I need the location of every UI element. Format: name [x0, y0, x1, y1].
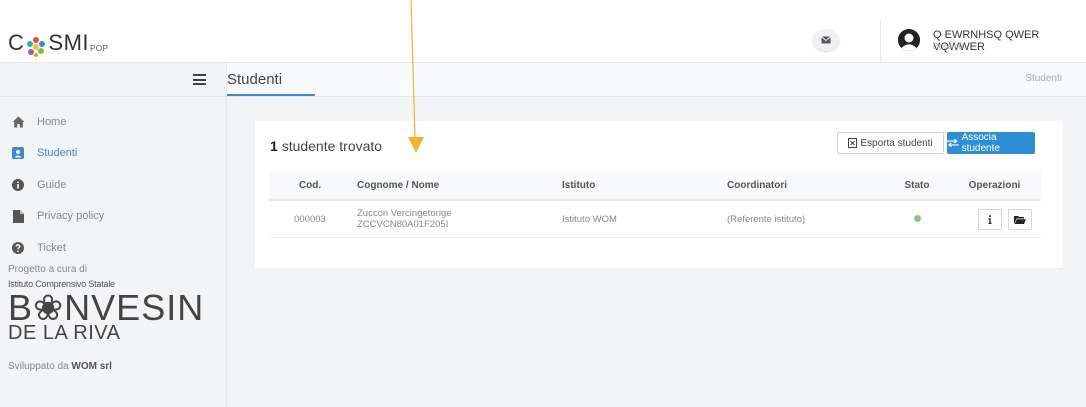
export-students-button[interactable]: Esporta studenti: [837, 132, 944, 154]
row-actions: [949, 208, 1040, 230]
sidebar-item-guide[interactable]: Guide: [0, 169, 104, 201]
logo-text-left: C: [8, 30, 25, 55]
page-header: Studenti Studenti: [227, 63, 1086, 97]
sidebar-item-studenti[interactable]: Studenti: [0, 138, 104, 170]
active-tab-underline: [227, 94, 315, 96]
associate-student-label: Associa studente: [961, 132, 1000, 154]
sidebar-item-label: Home: [37, 115, 67, 128]
school-logo-line1: B❀NVESIN: [8, 287, 205, 328]
students-table: Cod. Cognome / Nome Istituto Coordinator…: [269, 171, 1041, 238]
logo-text-right: SMI: [48, 30, 90, 55]
cell-coordinators: (Referente istituto): [721, 200, 886, 238]
sidebar-item-label: Ticket: [37, 241, 66, 254]
developer-link[interactable]: WOM srl: [71, 361, 112, 372]
developed-by: Sviluppato da WOM srl: [8, 361, 204, 372]
results-count-number: 1: [270, 138, 278, 154]
sidebar-item-label: Privacy policy: [37, 210, 105, 223]
user-avatar[interactable]: [898, 29, 920, 51]
hamburger-menu-icon[interactable]: [193, 74, 206, 85]
user-silhouette-icon: [898, 29, 920, 51]
app-logo[interactable]: C SMI POP: [8, 30, 109, 57]
student-card-icon: [11, 146, 25, 160]
table-row[interactable]: 000003 Zuccon Vercingetorige ZCCVCN80A01…: [269, 200, 1041, 238]
export-students-label: Esporta studenti: [860, 137, 933, 149]
sidebar-menu: Home Studenti Guide Privacy policy Ticke…: [0, 106, 104, 264]
results-count: 1 studente trovato: [270, 138, 382, 154]
developed-by-label: Sviluppato da: [8, 361, 69, 372]
sidebar-item-home[interactable]: Home: [0, 106, 104, 138]
sidebar: Home Studenti Guide Privacy policy Ticke…: [0, 63, 227, 407]
main-content: Studenti Studenti 1 studente trovato Esp…: [227, 63, 1086, 407]
student-fiscal-code: ZCCVCN80A01F205I: [357, 219, 449, 230]
flower-logo-icon: [27, 37, 46, 57]
student-folder-button[interactable]: [1008, 208, 1032, 230]
exchange-arrows-icon: [947, 139, 959, 147]
export-document-icon: [848, 138, 858, 148]
user-role: Docente: [933, 42, 963, 51]
folder-open-icon: [1014, 215, 1026, 224]
info-letter-icon: [988, 214, 992, 224]
column-header-operations: Operazioni: [948, 171, 1041, 201]
table-header-row: Cod. Cognome / Nome Istituto Coordinator…: [269, 171, 1041, 201]
column-header-cod[interactable]: Cod.: [269, 171, 351, 201]
student-name: Zuccon Vercingetorige: [357, 208, 452, 219]
sidebar-item-ticket[interactable]: Ticket: [0, 232, 104, 264]
cell-cod: 000003: [269, 200, 351, 238]
home-icon: [11, 115, 25, 129]
cell-operations: [948, 200, 1041, 238]
associate-student-button[interactable]: Associa studente: [947, 132, 1035, 154]
question-icon: [11, 241, 25, 255]
top-strip: [0, 0, 1086, 20]
breadcrumb[interactable]: Studenti: [1025, 73, 1062, 84]
project-by-label: Progetto a cura di: [8, 264, 87, 275]
cell-name: Zuccon Vercingetorige ZCCVCN80A01F205I: [351, 200, 556, 238]
messages-button[interactable]: [813, 29, 839, 51]
sidebar-credits: Progetto a cura di Istituto Comprensivo …: [8, 264, 204, 372]
top-navbar: C SMI POP Q EWRNHSQ QWER VQWWER Docente: [0, 20, 1086, 63]
sidebar-header: [0, 63, 226, 97]
status-indicator: [913, 214, 921, 222]
sidebar-item-label: Studenti: [37, 147, 78, 160]
sidebar-item-label: Guide: [37, 178, 67, 191]
info-icon: [11, 178, 25, 192]
document-icon: [11, 209, 25, 223]
cell-institute: Istituto WOM: [556, 200, 721, 238]
page-title: Studenti: [227, 71, 283, 88]
column-header-name[interactable]: Cognome / Nome: [351, 171, 556, 201]
column-header-status[interactable]: Stato: [886, 171, 948, 201]
column-header-coordinators[interactable]: Coordinatori: [721, 171, 886, 201]
cell-status: [886, 200, 948, 238]
logo-suffix: POP: [90, 44, 109, 53]
envelope-icon: [821, 36, 831, 44]
results-count-label: studente trovato: [281, 138, 383, 154]
navbar-divider: [880, 20, 881, 62]
column-header-institute[interactable]: Istituto: [556, 171, 721, 201]
student-info-button[interactable]: [978, 208, 1002, 230]
students-card: 1 studente trovato Esporta studenti Asso…: [255, 121, 1063, 268]
sidebar-item-privacy-policy[interactable]: Privacy policy: [0, 201, 104, 233]
